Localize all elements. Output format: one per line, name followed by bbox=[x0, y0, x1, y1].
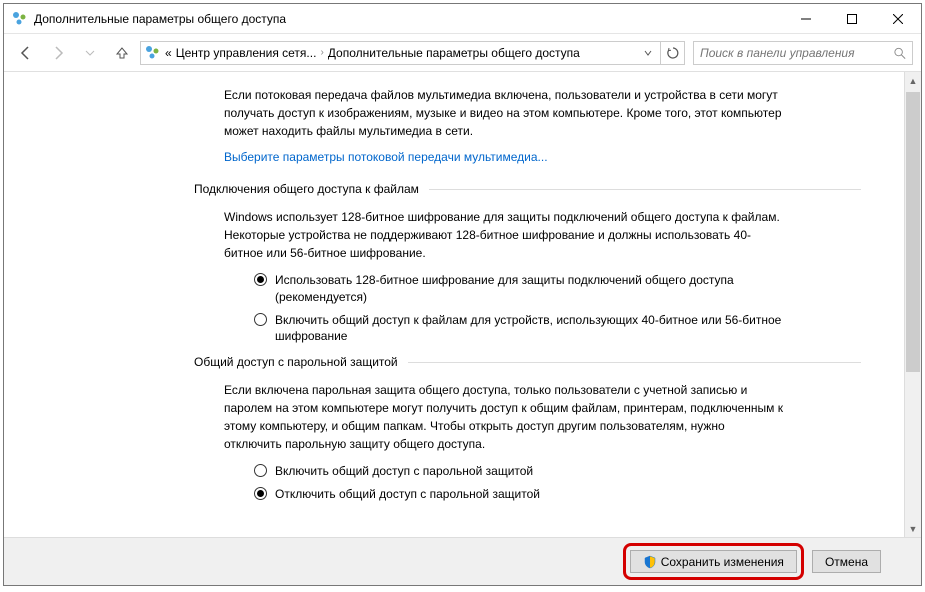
save-button-highlight: Сохранить изменения bbox=[623, 543, 804, 580]
content-area: Если потоковая передача файлов мультимед… bbox=[4, 72, 921, 537]
section-title: Общий доступ с парольной защитой bbox=[194, 355, 398, 369]
titlebar: Дополнительные параметры общего доступа bbox=[4, 4, 921, 34]
search-icon bbox=[893, 46, 906, 60]
search-input[interactable] bbox=[700, 46, 893, 60]
cancel-button-label: Отмена bbox=[825, 555, 868, 569]
refresh-button[interactable] bbox=[661, 41, 685, 65]
back-button[interactable] bbox=[12, 39, 40, 67]
close-button[interactable] bbox=[875, 4, 921, 34]
radio-button[interactable] bbox=[254, 273, 267, 286]
encryption-description: Windows использует 128-битное шифрование… bbox=[224, 208, 784, 262]
radio-password-on[interactable]: Включить общий доступ с парольной защито… bbox=[254, 463, 784, 480]
intro-text: Если потоковая передача файлов мультимед… bbox=[224, 86, 784, 140]
divider bbox=[408, 362, 861, 363]
search-box[interactable] bbox=[693, 41, 913, 65]
window-title: Дополнительные параметры общего доступа bbox=[34, 12, 783, 26]
footer-bar: Сохранить изменения Отмена bbox=[4, 537, 921, 585]
vertical-scrollbar[interactable]: ▲ ▼ bbox=[904, 72, 921, 537]
breadcrumb-segment[interactable]: Дополнительные параметры общего доступа bbox=[328, 46, 580, 60]
scroll-up-arrow[interactable]: ▲ bbox=[905, 72, 921, 89]
media-streaming-link[interactable]: Выберите параметры потоковой передачи му… bbox=[224, 150, 861, 164]
radio-label: Отключить общий доступ с парольной защит… bbox=[275, 486, 540, 503]
radio-label: Включить общий доступ с парольной защито… bbox=[275, 463, 533, 480]
breadcrumb-dropdown[interactable] bbox=[640, 49, 656, 57]
radio-button[interactable] bbox=[254, 313, 267, 326]
radio-40-56bit[interactable]: Включить общий доступ к файлам для устро… bbox=[254, 312, 784, 346]
window-controls bbox=[783, 4, 921, 34]
recent-dropdown[interactable] bbox=[76, 39, 104, 67]
breadcrumb[interactable]: « Центр управления сетя... › Дополнитель… bbox=[140, 41, 661, 65]
chevron-right-icon: › bbox=[320, 47, 323, 58]
control-panel-window: Дополнительные параметры общего доступа … bbox=[3, 3, 922, 586]
radio-button[interactable] bbox=[254, 464, 267, 477]
divider bbox=[429, 189, 861, 190]
navigation-bar: « Центр управления сетя... › Дополнитель… bbox=[4, 34, 921, 72]
password-description: Если включена парольная защита общего до… bbox=[224, 381, 784, 453]
network-sharing-icon bbox=[12, 11, 28, 27]
minimize-button[interactable] bbox=[783, 4, 829, 34]
forward-button[interactable] bbox=[44, 39, 72, 67]
scroll-down-arrow[interactable]: ▼ bbox=[905, 520, 921, 537]
save-button-label: Сохранить изменения bbox=[661, 555, 784, 569]
breadcrumb-segment[interactable]: Центр управления сетя... bbox=[176, 46, 317, 60]
network-sharing-icon bbox=[145, 45, 161, 61]
breadcrumb-prefix: « bbox=[165, 46, 172, 60]
section-header-password: Общий доступ с парольной защитой bbox=[194, 355, 861, 369]
up-button[interactable] bbox=[108, 39, 136, 67]
scroll-thumb[interactable] bbox=[906, 92, 920, 372]
radio-button[interactable] bbox=[254, 487, 267, 500]
section-header-encryption: Подключения общего доступа к файлам bbox=[194, 182, 861, 196]
radio-password-off[interactable]: Отключить общий доступ с парольной защит… bbox=[254, 486, 784, 503]
maximize-button[interactable] bbox=[829, 4, 875, 34]
radio-128bit[interactable]: Использовать 128-битное шифрование для з… bbox=[254, 272, 784, 306]
save-changes-button[interactable]: Сохранить изменения bbox=[630, 550, 797, 573]
section-title: Подключения общего доступа к файлам bbox=[194, 182, 419, 196]
radio-label: Использовать 128-битное шифрование для з… bbox=[275, 272, 784, 306]
cancel-button[interactable]: Отмена bbox=[812, 550, 881, 573]
shield-icon bbox=[643, 555, 657, 569]
radio-label: Включить общий доступ к файлам для устро… bbox=[275, 312, 784, 346]
